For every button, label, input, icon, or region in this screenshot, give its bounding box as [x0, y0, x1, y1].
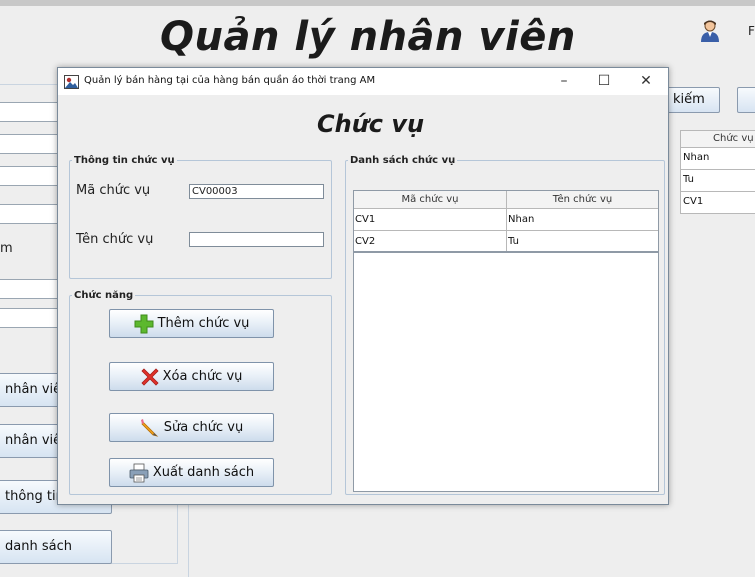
add-position-label: Thêm chức vụ [157, 316, 250, 331]
dialog-titlebar[interactable]: Quản lý bán hàng tại của hàng bán quần á… [58, 68, 668, 95]
app-title: Quản lý nhân viên [160, 14, 576, 60]
bg-field-5[interactable] [0, 279, 58, 299]
cell-code[interactable]: CV1 [354, 209, 507, 230]
cell-code[interactable]: CV2 [354, 231, 507, 251]
dialog-heading: Chức vụ [317, 110, 425, 138]
delete-position-label: Xóa chức vụ [162, 369, 243, 384]
position-table[interactable]: Mã chức vụ Tên chức vụ CV1 Nhan CV2 Tu [353, 190, 659, 492]
search-button[interactable]: kiếm [660, 87, 720, 113]
table-row[interactable]: CV1 Nhan [354, 209, 658, 231]
maximize-button[interactable]: ☐ [584, 68, 624, 95]
export-list-label: Xuất danh sách [152, 465, 255, 480]
position-list-group: Danh sách chức vụ Mã chức vụ Tên chức vụ… [345, 155, 665, 495]
column-header-code[interactable]: Mã chức vụ [354, 191, 507, 208]
function-legend: Chức năng [74, 290, 134, 301]
bg-button-4[interactable]: danh sách [0, 530, 112, 564]
position-info-legend: Thông tin chức vụ [74, 155, 175, 166]
user-icon [700, 20, 720, 42]
minimize-button[interactable]: – [544, 68, 584, 95]
position-name-label: Tên chức vụ [76, 232, 154, 247]
close-button[interactable]: ✕ [626, 68, 666, 95]
position-list-legend: Danh sách chức vụ [350, 155, 456, 166]
table-row[interactable]: CV1 [680, 192, 755, 214]
bg-table: Chức vụ Nhan Tu CV1 [680, 130, 755, 214]
table-row[interactable]: Tu [680, 170, 755, 192]
add-position-button[interactable]: Thêm chức vụ [109, 309, 274, 338]
bg-field-4[interactable] [0, 204, 58, 224]
position-code-field[interactable]: CV00003 [189, 184, 324, 199]
cell-name[interactable]: Tu [507, 231, 658, 251]
edit-position-button[interactable]: Sửa chức vụ [109, 413, 274, 442]
app-icon [64, 74, 79, 89]
table-header: Mã chức vụ Tên chức vụ [354, 191, 658, 209]
column-header-name[interactable]: Tên chức vụ [507, 191, 658, 208]
edit-position-label: Sửa chức vụ [163, 420, 244, 435]
cell-name[interactable]: Nhan [507, 209, 658, 230]
user-name: F [748, 24, 755, 38]
dialog-window-title: Quản lý bán hàng tại của hàng bán quần á… [84, 75, 376, 86]
position-name-field[interactable] [189, 232, 324, 247]
bg-table-header: Chức vụ [680, 130, 755, 148]
position-info-group: Thông tin chức vụ [69, 155, 332, 279]
position-code-label: Mã chức vụ [76, 183, 151, 198]
bg-field-1[interactable] [0, 102, 58, 122]
x-icon [141, 367, 159, 386]
pencil-icon [140, 418, 159, 437]
delete-position-button[interactable]: Xóa chức vụ [109, 362, 274, 391]
plus-icon [134, 314, 154, 333]
window-top-strip [0, 0, 755, 6]
bg-field-6[interactable] [0, 308, 58, 328]
export-list-button[interactable]: Xuất danh sách [109, 458, 274, 487]
table-row[interactable]: CV2 Tu [354, 231, 658, 253]
position-dialog: Quản lý bán hàng tại của hàng bán quần á… [57, 67, 669, 505]
bg-field-2[interactable] [0, 134, 58, 154]
bg-partial-label: m [0, 241, 13, 256]
table-row[interactable]: Nhan [680, 148, 755, 170]
bg-action-button[interactable] [737, 87, 755, 113]
bg-field-3[interactable] [0, 166, 58, 186]
printer-icon [129, 463, 149, 482]
